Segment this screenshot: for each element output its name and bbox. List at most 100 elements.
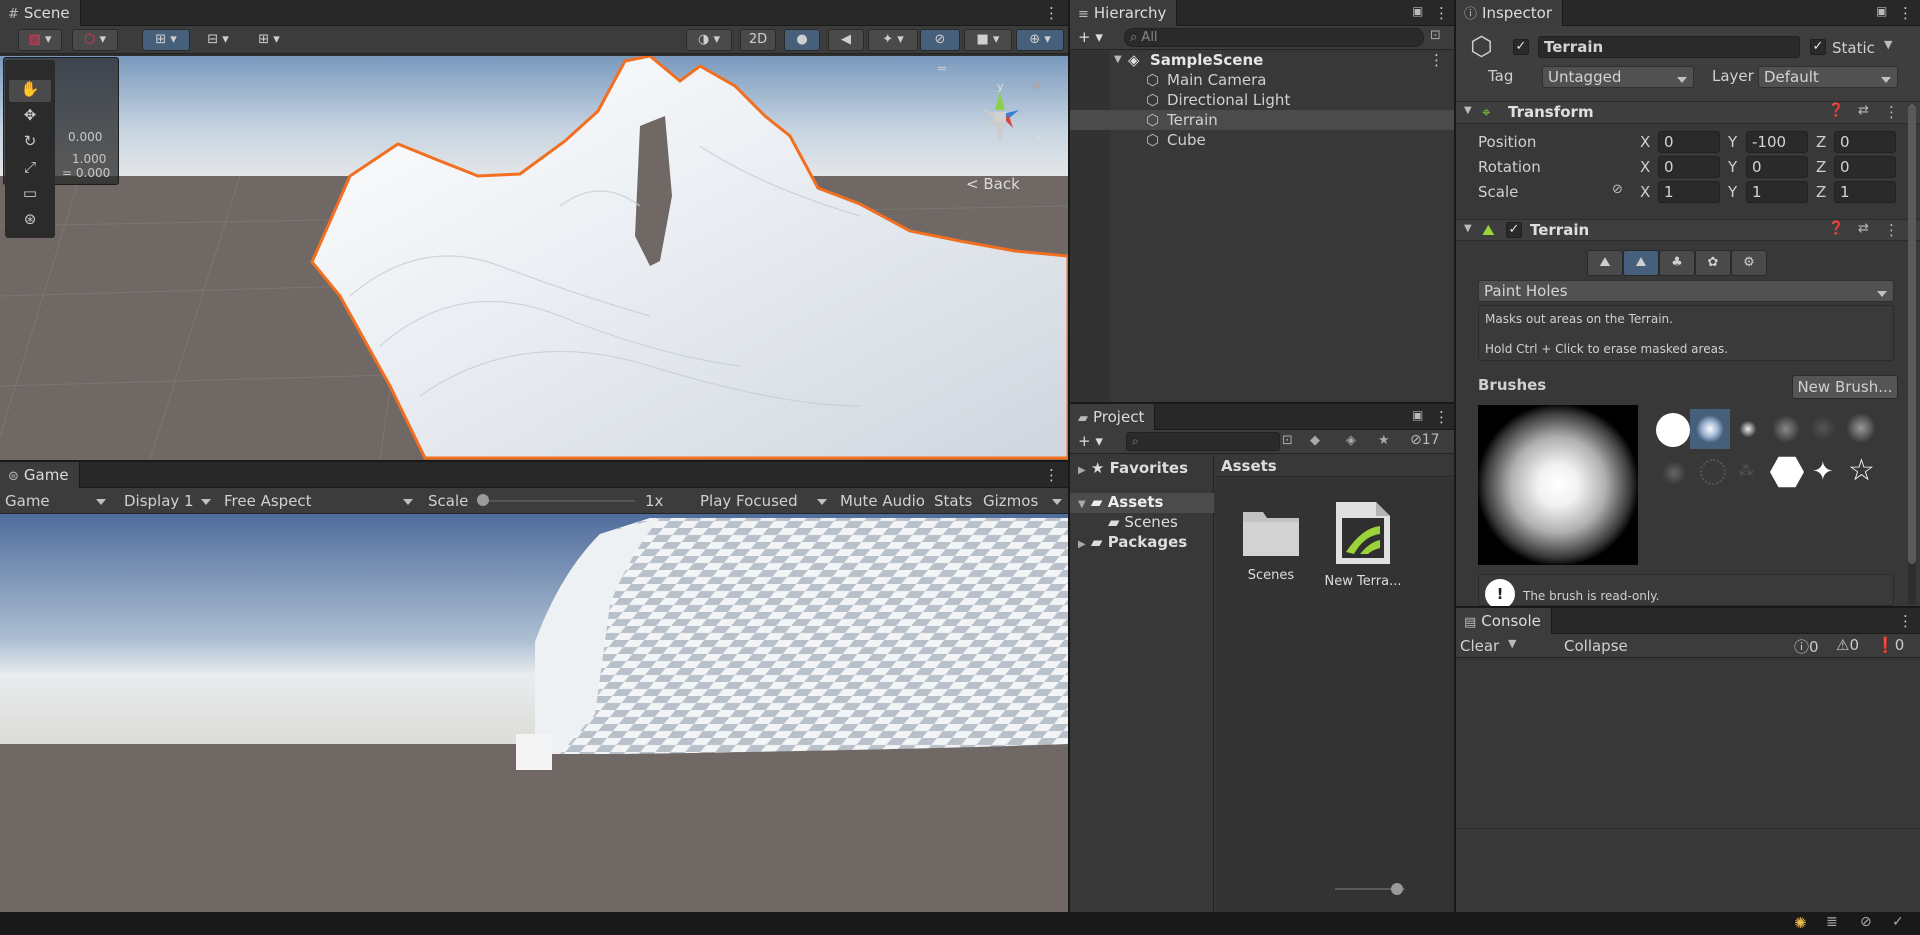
error-filter[interactable]: ❗0 [1876, 636, 1904, 654]
scale-slider-thumb[interactable] [477, 494, 489, 506]
tab-project[interactable]: ▰ Project [1070, 404, 1156, 430]
foldout-arrow-icon[interactable]: ▼ [1464, 223, 1472, 234]
progress-status-icon[interactable]: ✓ [1892, 914, 1904, 930]
tree-item-packages[interactable]: ▶ ▰ Packages [1078, 533, 1187, 551]
tab-inspector[interactable]: ⓘ Inspector [1456, 0, 1563, 26]
terrain-settings-icon[interactable]: ⚙ [1731, 250, 1767, 276]
brush-small-icon[interactable] [1738, 419, 1758, 439]
scale-z-field[interactable]: 1 [1834, 181, 1896, 203]
lighting-toggle-icon[interactable]: ● [784, 29, 820, 51]
tree-item-scenes[interactable]: ▰ Scenes [1108, 513, 1178, 531]
play-mode-dropdown[interactable]: Play Focused [695, 489, 833, 513]
brush-cloud-icon[interactable] [1846, 413, 1876, 443]
game-menu-icon[interactable]: ⋮ [1044, 465, 1059, 485]
terrain-enabled-checkbox[interactable]: ✓ [1506, 222, 1522, 238]
transform-tool-icon[interactable]: ⊛ [9, 210, 51, 232]
rotation-x-field[interactable]: 0 [1658, 156, 1720, 178]
zoom-slider-thumb[interactable] [1391, 883, 1403, 895]
gizmo-menu-icon[interactable]: ═ [938, 62, 946, 77]
folder-asset[interactable]: Scenes [1231, 502, 1311, 583]
help-icon[interactable]: ❓ [1828, 221, 1844, 236]
terrain-component-header[interactable]: ▼ ⛰ ✓ Terrain ❓ ⇄ ⋮ [1456, 219, 1920, 241]
camera-settings-icon[interactable]: ■ ▾ [964, 29, 1012, 51]
active-checkbox[interactable]: ✓ [1513, 39, 1529, 55]
object-name-field[interactable]: Terrain [1538, 36, 1800, 58]
brush-soft-selected[interactable] [1690, 409, 1730, 449]
visibility-toggle-icon[interactable]: ⊘ [920, 29, 960, 51]
scale-y-field[interactable]: 1 [1746, 181, 1808, 203]
console-menu-icon[interactable]: ⋮ [1898, 611, 1913, 631]
paint-trees-icon[interactable]: ♣ [1659, 250, 1695, 276]
new-brush-button[interactable]: New Brush... [1792, 375, 1898, 399]
brush-hexagon-icon[interactable] [1770, 456, 1804, 488]
scale-slider-track[interactable] [482, 500, 635, 502]
brush-star-icon[interactable]: ☆ [1848, 455, 1875, 487]
position-z-field[interactable]: 0 [1834, 131, 1896, 153]
create-asset-button[interactable]: + ▾ [1078, 432, 1103, 450]
hierarchy-lock-icon[interactable]: ▣ [1412, 4, 1426, 20]
move-tool-icon[interactable]: ✥ [9, 106, 51, 128]
clear-options-icon[interactable]: ▼ [1508, 637, 1516, 650]
breadcrumb[interactable]: Assets [1221, 457, 1277, 475]
hierarchy-search-input[interactable]: ⌕ All [1124, 28, 1424, 47]
effects-toggle-icon[interactable]: ✦ ▾ [868, 29, 918, 51]
tag-dropdown[interactable]: Untagged [1542, 66, 1694, 88]
increment-snap-icon[interactable]: ⊞ ▾ [246, 29, 292, 51]
scene-menu-icon[interactable]: ⋮ [1429, 50, 1444, 70]
inspector-lock-icon[interactable]: ▣ [1876, 4, 1890, 20]
hidden-packages-count[interactable]: ⊘17 [1410, 432, 1440, 448]
gizmos-dropdown[interactable]: Gizmos [978, 489, 1068, 513]
rotation-z-field[interactable]: 0 [1834, 156, 1896, 178]
brush-spatter-icon[interactable] [1810, 415, 1836, 441]
game-mode-dropdown[interactable]: Game [0, 489, 112, 513]
paint-terrain-icon[interactable]: ⛰ [1623, 250, 1659, 276]
favorite-filter-icon[interactable]: ★ [1378, 433, 1390, 448]
stats-toggle[interactable]: Stats [934, 491, 972, 511]
type-filter-icon[interactable]: ◆ [1310, 433, 1320, 448]
project-search-input[interactable]: ⌕ [1126, 432, 1280, 451]
paint-details-icon[interactable]: ✿ [1695, 250, 1731, 276]
scene-viewport[interactable] [0, 56, 1068, 460]
aspect-dropdown[interactable]: Free Aspect [219, 489, 419, 513]
tab-console[interactable]: ▤ Console [1456, 608, 1552, 634]
draw-mode-button[interactable]: ▧ ▾ [18, 29, 62, 51]
create-neighbor-icon[interactable]: ⛰ [1587, 250, 1623, 276]
terrain-asset[interactable]: New Terra... [1321, 498, 1405, 589]
static-checkbox[interactable]: ✓ [1810, 39, 1826, 55]
constrain-proportions-icon[interactable]: ⊘ [1612, 182, 1623, 197]
gizmo-lock-icon[interactable]: ▣ [1032, 78, 1042, 91]
shading-mode-button[interactable]: ◑ ▾ [686, 29, 732, 51]
cube-object[interactable] [516, 734, 552, 770]
tab-scene[interactable]: # Scene [0, 0, 81, 26]
search-options-icon[interactable]: ⊡ [1430, 28, 1441, 43]
brush-solid-icon[interactable] [1656, 413, 1690, 447]
static-dropdown-icon[interactable]: ▼ [1884, 38, 1892, 51]
search-filter-icon[interactable]: ⊡ [1282, 433, 1293, 448]
lighting-status-icon[interactable]: ✺ [1794, 914, 1807, 932]
scene-menu-icon[interactable]: ⋮ [1044, 3, 1059, 23]
hierarchy-menu-icon[interactable]: ⋮ [1434, 3, 1449, 23]
grid-snap-settings-icon[interactable]: ⊟ ▾ [196, 29, 240, 51]
scene-root-row[interactable]: ▼ ◈ SampleScene ⋮ [1070, 50, 1454, 70]
component-menu-icon[interactable]: ⋮ [1884, 221, 1899, 239]
position-x-field[interactable]: 0 [1658, 131, 1720, 153]
brush-noise-icon[interactable] [1772, 415, 1800, 443]
project-lock-icon[interactable]: ▣ [1412, 408, 1426, 424]
packages-status-icon[interactable]: ≣ [1826, 914, 1838, 930]
game-viewport[interactable] [0, 514, 1068, 912]
brush-grass-icon[interactable]: ⁂ [1738, 461, 1754, 480]
hand-tool-icon[interactable]: ✋ [9, 80, 51, 102]
rotate-tool-icon[interactable]: ↻ [9, 132, 51, 154]
grid-snap-button[interactable]: ⊞ ▾ [142, 29, 190, 51]
warning-filter[interactable]: ⚠0 [1836, 636, 1859, 654]
inspector-scrollbar[interactable] [1908, 104, 1916, 604]
scale-tool-icon[interactable]: ⤢ [9, 158, 51, 180]
terrain-tool-dropdown[interactable]: Paint Holes [1478, 280, 1894, 302]
rotation-y-field[interactable]: 0 [1746, 156, 1808, 178]
scale-x-field[interactable]: 1 [1658, 181, 1720, 203]
transform-header[interactable]: ▼ ⌖ Transform ❓ ⇄ ⋮ [1456, 102, 1920, 124]
tab-game[interactable]: ⊜ Game [0, 462, 80, 488]
create-button[interactable]: + ▾ [1078, 28, 1103, 46]
expand-arrow-icon[interactable]: ▼ [1114, 50, 1122, 70]
gizmos-toggle-icon[interactable]: ⊕ ▾ [1016, 29, 1064, 51]
